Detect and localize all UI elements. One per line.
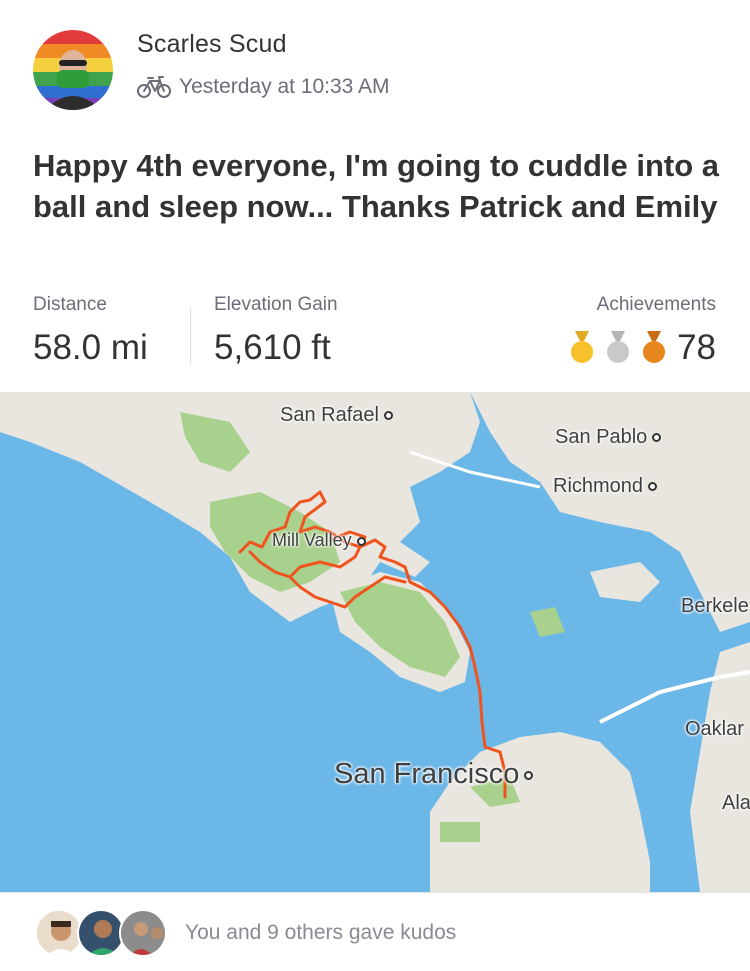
kudos-row[interactable]: You and 9 others gave kudos — [0, 892, 750, 971]
stat-divider — [190, 308, 191, 364]
silver-medal-icon — [607, 331, 630, 363]
activity-stats: Distance 58.0 mi Elevation Gain 5,610 ft… — [0, 290, 750, 380]
map-label-richmond-text: Richmond — [553, 475, 644, 497]
gold-medal-icon — [571, 331, 594, 363]
distance-label: Distance — [33, 294, 107, 315]
map-label-san-rafael-text: San Rafael — [280, 404, 379, 426]
bike-icon — [137, 76, 171, 98]
map-label-san-francisco-text: San Francisco — [334, 758, 520, 790]
map-label-oakland: Oaklar — [685, 718, 744, 740]
kudo-avatar — [119, 909, 167, 957]
kudos-avatars[interactable] — [35, 909, 170, 957]
activity-title[interactable]: Happy 4th everyone, I'm going to cuddle … — [33, 145, 723, 227]
map-label-san-pablo-text: San Pablo — [555, 426, 648, 448]
kudo-avatar — [77, 909, 125, 957]
map-canvas — [0, 392, 750, 892]
bronze-medal-icon — [643, 331, 666, 363]
achievements-count: 78 — [677, 328, 716, 367]
map-label-berkeley: Berkele — [681, 595, 749, 617]
map-label-mill-valley-text: Mill Valley — [272, 530, 352, 550]
map-label-mill-valley: Mill Valley — [272, 530, 366, 551]
map-label-san-pablo: San Pablo — [555, 426, 662, 449]
distance-value: 58.0 mi — [33, 328, 148, 367]
map-label-san-francisco: San Francisco — [334, 758, 534, 791]
athlete-avatar[interactable] — [33, 30, 113, 110]
map-label-san-rafael: San Rafael — [280, 404, 393, 427]
athlete-name[interactable]: Scarles Scud — [137, 30, 287, 59]
park-ggp — [440, 822, 480, 842]
activity-header: Scarles Scud Yesterday at 10:33 AM — [0, 0, 750, 130]
map-label-richmond: Richmond — [553, 475, 658, 498]
achievements-label: Achievements — [596, 294, 716, 315]
activity-timestamp: Yesterday at 10:33 AM — [179, 75, 390, 98]
elevation-label: Elevation Gain — [214, 294, 338, 315]
route-map[interactable]: San Rafael San Pablo Richmond Mill Valle… — [0, 392, 750, 892]
map-label-alameda: Ala — [722, 792, 750, 814]
elevation-value: 5,610 ft — [214, 328, 331, 367]
achievements[interactable]: 78 — [569, 328, 716, 368]
kudos-text[interactable]: You and 9 others gave kudos — [185, 921, 456, 945]
kudo-avatar — [35, 909, 83, 957]
activity-meta: Yesterday at 10:33 AM — [137, 72, 390, 102]
